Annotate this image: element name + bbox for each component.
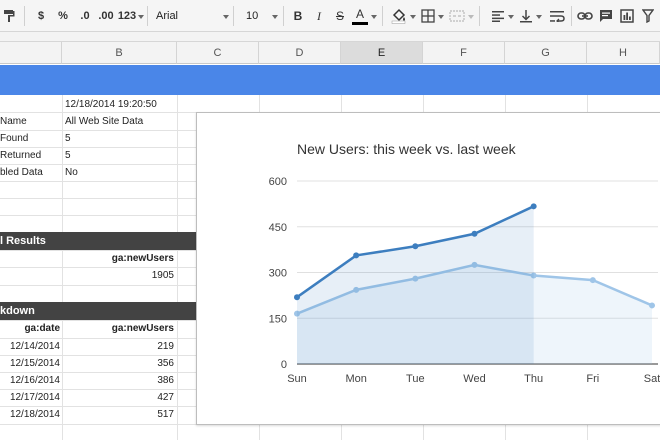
italic-button[interactable]: I <box>312 5 326 27</box>
info-value-cell[interactable]: 5 <box>65 147 71 164</box>
insert-link-icon[interactable] <box>576 5 594 27</box>
info-label-cell[interactable]: Found <box>0 130 28 147</box>
info-label-cell[interactable]: bled Data <box>0 164 43 181</box>
currency-format-button[interactable]: $ <box>34 5 48 27</box>
more-formats-chevron-down-icon <box>138 15 144 19</box>
borders-icon[interactable] <box>420 5 436 27</box>
breakdown-date-cell[interactable]: 12/14/2014 <box>0 338 60 355</box>
toolbar-separator <box>479 6 480 26</box>
series-this-week-point <box>353 252 360 259</box>
total-results-header[interactable]: l Results <box>0 232 196 250</box>
toolbar-separator <box>382 6 383 26</box>
header-band-row[interactable] <box>0 65 660 95</box>
column-header-f[interactable]: F <box>423 42 505 64</box>
breakdown-users-header[interactable]: ga:newUsers <box>62 320 174 337</box>
borders-chevron-down-icon <box>438 15 444 19</box>
font-size-chevron-down-icon <box>272 15 278 19</box>
bold-button[interactable]: B <box>291 5 305 27</box>
merge-cells-chevron-down-icon <box>468 15 474 19</box>
column-header-d[interactable]: D <box>259 42 341 64</box>
info-value-cell[interactable]: 5 <box>65 130 71 147</box>
series-this-week-point <box>294 294 300 301</box>
column-header-e[interactable]: E <box>341 42 423 64</box>
info-value-cell[interactable]: All Web Site Data <box>65 113 143 130</box>
toolbar-separator <box>24 6 25 26</box>
breakdown-date-header[interactable]: ga:date <box>0 320 60 337</box>
insert-comment-icon[interactable] <box>598 5 614 27</box>
toolbar: $ % .0 .00 123 Arial 10 B I S A <box>0 0 660 32</box>
more-formats-button[interactable]: 123 <box>117 5 137 27</box>
fill-color-chevron-down-icon <box>410 15 416 19</box>
fill-color-icon[interactable] <box>390 5 408 27</box>
y-tick-label: 150 <box>269 313 287 325</box>
breakdown-users-cell[interactable]: 356 <box>62 355 174 372</box>
x-tick-label: Tue <box>406 373 425 385</box>
x-tick-label: Mon <box>345 373 366 385</box>
column-header-b[interactable]: B <box>62 42 177 64</box>
series-this-week-point <box>471 230 478 237</box>
align-left-icon[interactable] <box>490 5 506 27</box>
font-family-select[interactable]: Arial <box>156 5 178 27</box>
toolbar-separator <box>233 6 234 26</box>
column-header-a[interactable] <box>0 42 62 64</box>
text-wrap-icon[interactable] <box>548 5 566 27</box>
toolbar-separator <box>147 6 148 26</box>
font-size-select[interactable]: 10 <box>246 5 258 27</box>
text-color-chevron-down-icon <box>371 15 377 19</box>
increase-decimal-button[interactable]: .00 <box>97 5 115 27</box>
paint-format-icon[interactable] <box>2 5 16 27</box>
column-header-h[interactable]: H <box>587 42 660 64</box>
x-tick-label: Sun <box>287 373 307 385</box>
info-value-cell[interactable]: No <box>65 164 78 181</box>
embedded-chart[interactable]: New Users: this week vs. last week 0 150 30… <box>196 112 660 425</box>
x-tick-label: Thu <box>524 373 543 385</box>
column-header-c[interactable]: C <box>177 42 259 64</box>
font-family-chevron-down-icon <box>223 15 229 19</box>
total-results-column-header[interactable]: ga:newUsers <box>62 250 174 267</box>
vertical-align-bottom-icon[interactable] <box>518 5 534 27</box>
run-time-cell[interactable]: 12/18/2014 19:20:50 <box>65 96 157 113</box>
toolbar-separator <box>283 6 284 26</box>
series-last-week-point <box>649 302 655 309</box>
breakdown-date-cell[interactable]: 12/18/2014 <box>0 406 60 423</box>
strikethrough-button[interactable]: S <box>333 5 347 27</box>
breakdown-date-cell[interactable]: 12/17/2014 <box>0 389 60 406</box>
decrease-decimal-button[interactable]: .0 <box>76 5 94 27</box>
text-color-button[interactable]: A <box>352 5 368 25</box>
y-tick-label: 450 <box>269 222 287 234</box>
toolbar-separator <box>571 6 572 26</box>
chart-canvas: New Users: this week vs. last week 0 150 30… <box>269 141 660 385</box>
breakdown-users-cell[interactable]: 219 <box>62 338 174 355</box>
merge-cells-icon[interactable] <box>448 5 466 27</box>
x-tick-label: Wed <box>463 373 485 385</box>
y-tick-label: 300 <box>269 268 287 280</box>
align-chevron-down-icon <box>508 15 514 19</box>
chart-title: New Users: this week vs. last week <box>297 141 517 157</box>
y-tick-label: 0 <box>281 359 287 371</box>
breakdown-users-cell[interactable]: 427 <box>62 389 174 406</box>
header-strip <box>0 32 660 42</box>
filter-icon[interactable] <box>640 5 656 27</box>
insert-chart-icon[interactable] <box>619 5 635 27</box>
x-tick-label: Sat <box>644 373 660 385</box>
breakdown-date-cell[interactable]: 12/15/2014 <box>0 355 60 372</box>
breakdown-users-cell[interactable]: 517 <box>62 406 174 423</box>
series-this-week-point <box>530 203 537 210</box>
total-results-value[interactable]: 1905 <box>62 267 174 284</box>
breakdown-header[interactable]: kdown <box>0 302 196 320</box>
x-tick-label: Fri <box>586 373 599 385</box>
breakdown-date-cell[interactable]: 12/16/2014 <box>0 372 60 389</box>
column-header-g[interactable]: G <box>505 42 587 64</box>
info-label-cell[interactable]: Returned <box>0 147 41 164</box>
series-this-week-area <box>297 206 534 364</box>
y-tick-label: 600 <box>269 176 287 188</box>
percent-format-button[interactable]: % <box>56 5 70 27</box>
info-label-cell[interactable]: Name <box>0 113 27 130</box>
breakdown-users-cell[interactable]: 386 <box>62 372 174 389</box>
vertical-align-chevron-down-icon <box>536 15 542 19</box>
series-this-week-point <box>412 243 419 250</box>
series-last-week-point <box>589 277 596 284</box>
